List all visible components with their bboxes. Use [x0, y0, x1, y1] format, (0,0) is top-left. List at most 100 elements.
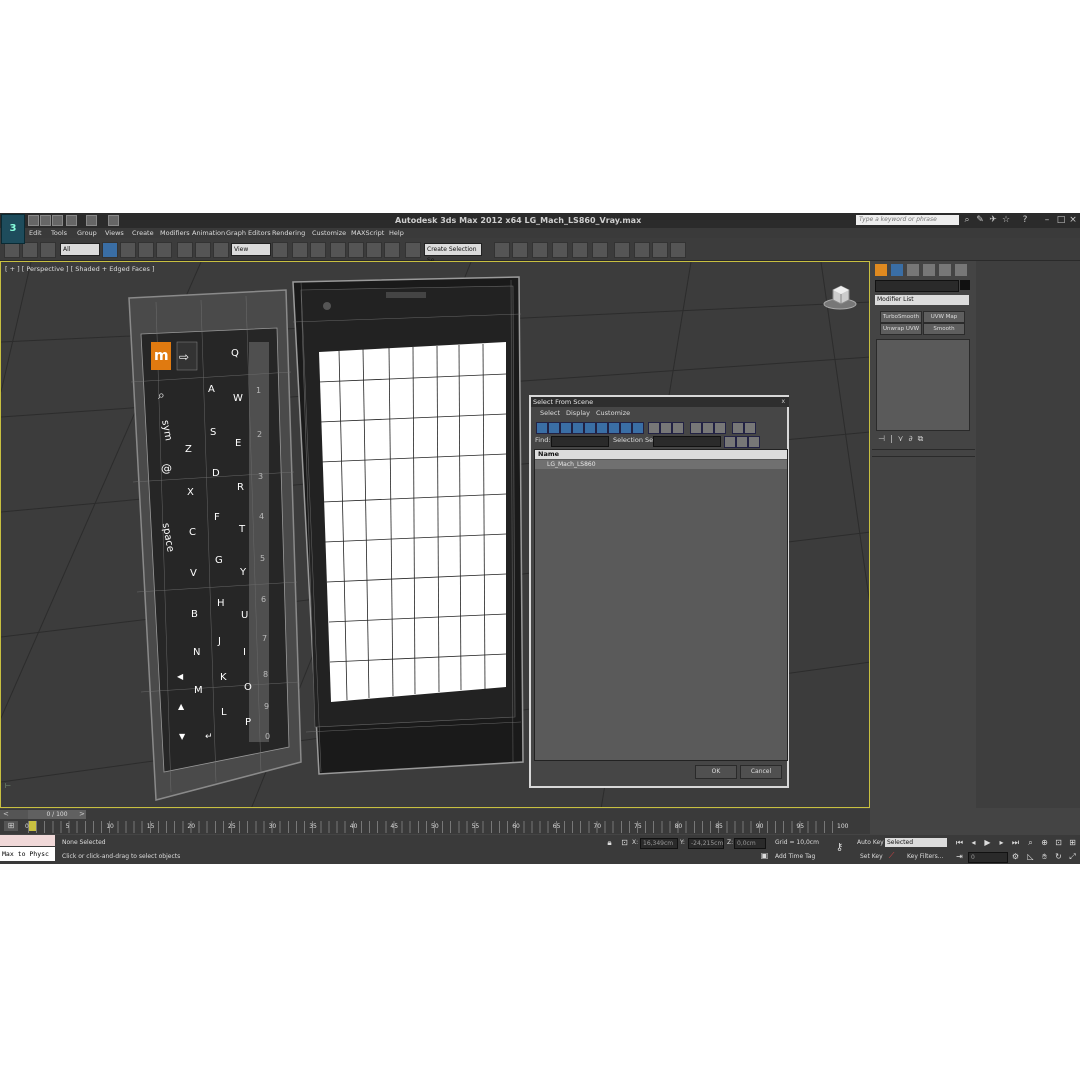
list-item[interactable]: LG_Mach_LS860	[535, 460, 787, 469]
smooth-button[interactable]: Smooth	[923, 323, 965, 335]
display-groups-icon[interactable]	[608, 422, 620, 434]
menu-graph-editors[interactable]: Graph Editors	[226, 228, 271, 238]
filter-icon[interactable]	[732, 422, 744, 434]
orbit-icon[interactable]: ↻	[1054, 852, 1063, 861]
select-object-icon[interactable]	[102, 242, 118, 258]
select-by-name-icon[interactable]	[120, 242, 136, 258]
key-selection-dropdown[interactable]: Selected	[885, 838, 947, 847]
rendered-frame-window-icon[interactable]	[652, 242, 668, 258]
comm-center-icon[interactable]: ✈	[988, 215, 998, 225]
go-to-start-icon[interactable]: ⏮	[955, 838, 964, 847]
application-menu-icon[interactable]: 3	[1, 214, 25, 244]
display-tab-icon[interactable]	[939, 264, 951, 276]
reference-coordinate-dropdown[interactable]: View	[231, 243, 271, 256]
display-none-icon[interactable]	[660, 422, 672, 434]
time-tag-icon[interactable]: ▣	[760, 851, 769, 860]
menu-help[interactable]: Help	[389, 228, 404, 238]
search-input[interactable]: Type a keyword or phrase	[856, 215, 959, 225]
mirror-icon[interactable]	[494, 242, 510, 258]
percent-snap-icon[interactable]	[366, 242, 382, 258]
menu-modifiers[interactable]: Modifiers	[160, 228, 190, 238]
close-icon[interactable]: ×	[1068, 215, 1078, 225]
absolute-mode-icon[interactable]: ⊡	[620, 838, 629, 847]
undo-icon[interactable]	[66, 215, 77, 226]
dialog-menu-display[interactable]: Display	[566, 409, 590, 417]
y-coordinate-field[interactable]: -24,215cm	[688, 838, 724, 849]
filter-options-icon[interactable]	[744, 422, 756, 434]
display-cameras-icon[interactable]	[572, 422, 584, 434]
search-icon[interactable]: ⌕	[962, 215, 972, 225]
name-column-header[interactable]: Name	[535, 450, 787, 459]
time-configuration-icon[interactable]: ⚙	[1011, 852, 1020, 861]
render-setup-icon[interactable]	[634, 242, 650, 258]
stack-controls[interactable]: ⊣|⋎∂⧉	[878, 434, 928, 444]
select-manipulate-icon[interactable]	[292, 242, 308, 258]
curve-editor-icon[interactable]	[572, 242, 588, 258]
unlink-icon[interactable]	[22, 242, 38, 258]
display-spacewarps-icon[interactable]	[596, 422, 608, 434]
maximize-viewport-icon[interactable]: ⤢	[1068, 852, 1077, 861]
schematic-view-icon[interactable]	[592, 242, 608, 258]
align-icon[interactable]	[512, 242, 528, 258]
key-mode-toggle-icon[interactable]: ⇥	[955, 852, 964, 861]
set-key-button[interactable]: Set Key	[860, 853, 883, 860]
x-coordinate-field[interactable]: 16,349cm	[640, 838, 678, 849]
find-input[interactable]	[551, 436, 609, 447]
selection-set-options-icon[interactable]	[724, 436, 736, 448]
display-all-icon[interactable]	[648, 422, 660, 434]
render-production-icon[interactable]	[670, 242, 686, 258]
menu-rendering[interactable]: Rendering	[272, 228, 305, 238]
previous-frame-icon[interactable]: ◂	[969, 838, 978, 847]
select-move-icon[interactable]	[177, 242, 193, 258]
menu-maxscript[interactable]: MAXScript	[351, 228, 384, 238]
open-file-icon[interactable]	[40, 215, 51, 226]
utilities-tab-icon[interactable]	[955, 264, 967, 276]
create-tab-icon[interactable]	[875, 264, 887, 276]
window-crossing-icon[interactable]	[156, 242, 172, 258]
maximize-icon[interactable]: □	[1056, 215, 1066, 225]
dialog-menu-customize[interactable]: Customize	[596, 409, 630, 417]
display-geometry-icon[interactable]	[536, 422, 548, 434]
go-to-end-icon[interactable]: ⏭	[1011, 838, 1020, 847]
key-filters-button[interactable]: Key Filters...	[907, 853, 944, 860]
project-folder-icon[interactable]	[108, 215, 119, 226]
uvw-map-button[interactable]: UVW Map	[923, 311, 965, 323]
redo-icon[interactable]	[86, 215, 97, 226]
auto-key-button[interactable]: Auto Key	[857, 839, 884, 846]
material-editor-icon[interactable]	[614, 242, 630, 258]
save-file-icon[interactable]	[52, 215, 63, 226]
modifier-list-dropdown[interactable]: Modifier List	[875, 295, 969, 305]
named-selection-set-dropdown[interactable]: Create Selection Se	[424, 243, 482, 264]
maxscript-listener-output[interactable]	[0, 835, 55, 846]
prev-frame-icon[interactable]: <	[3, 810, 9, 818]
pivot-center-icon[interactable]	[272, 242, 288, 258]
angle-snap-icon[interactable]	[348, 242, 364, 258]
display-shapes-icon[interactable]	[548, 422, 560, 434]
unwrap-uvw-button[interactable]: Unwrap UVW	[880, 323, 922, 335]
display-xrefs-icon[interactable]	[620, 422, 632, 434]
time-slider[interactable]: 0 / 100	[28, 810, 86, 819]
selection-filter-dropdown[interactable]: All	[60, 243, 100, 256]
zoom-icon[interactable]: ⌕	[1026, 838, 1035, 847]
menu-group[interactable]: Group	[77, 228, 97, 238]
keyboard-shortcut-icon[interactable]	[310, 242, 326, 258]
display-lights-icon[interactable]	[560, 422, 572, 434]
viewcube-icon[interactable]	[823, 284, 857, 310]
graphite-modeling-icon[interactable]	[552, 242, 568, 258]
key-mode-icon[interactable]: ⚷	[835, 843, 844, 853]
select-rotate-icon[interactable]	[195, 242, 211, 258]
ok-button[interactable]: OK	[695, 765, 737, 779]
rectangular-selection-icon[interactable]	[138, 242, 154, 258]
selection-set-dropdown[interactable]	[653, 436, 721, 447]
select-all-icon[interactable]	[690, 422, 702, 434]
modifier-stack[interactable]	[876, 339, 970, 431]
zoom-all-icon[interactable]: ⊕	[1040, 838, 1049, 847]
current-frame-field[interactable]: 0	[968, 852, 1008, 863]
selection-set-remove-icon[interactable]	[748, 436, 760, 448]
favorites-icon[interactable]: ☆	[1001, 215, 1011, 225]
select-scale-icon[interactable]	[213, 242, 229, 258]
menu-create[interactable]: Create	[132, 228, 154, 238]
display-helpers-icon[interactable]	[584, 422, 596, 434]
hierarchy-tab-icon[interactable]	[907, 264, 919, 276]
motion-tab-icon[interactable]	[923, 264, 935, 276]
